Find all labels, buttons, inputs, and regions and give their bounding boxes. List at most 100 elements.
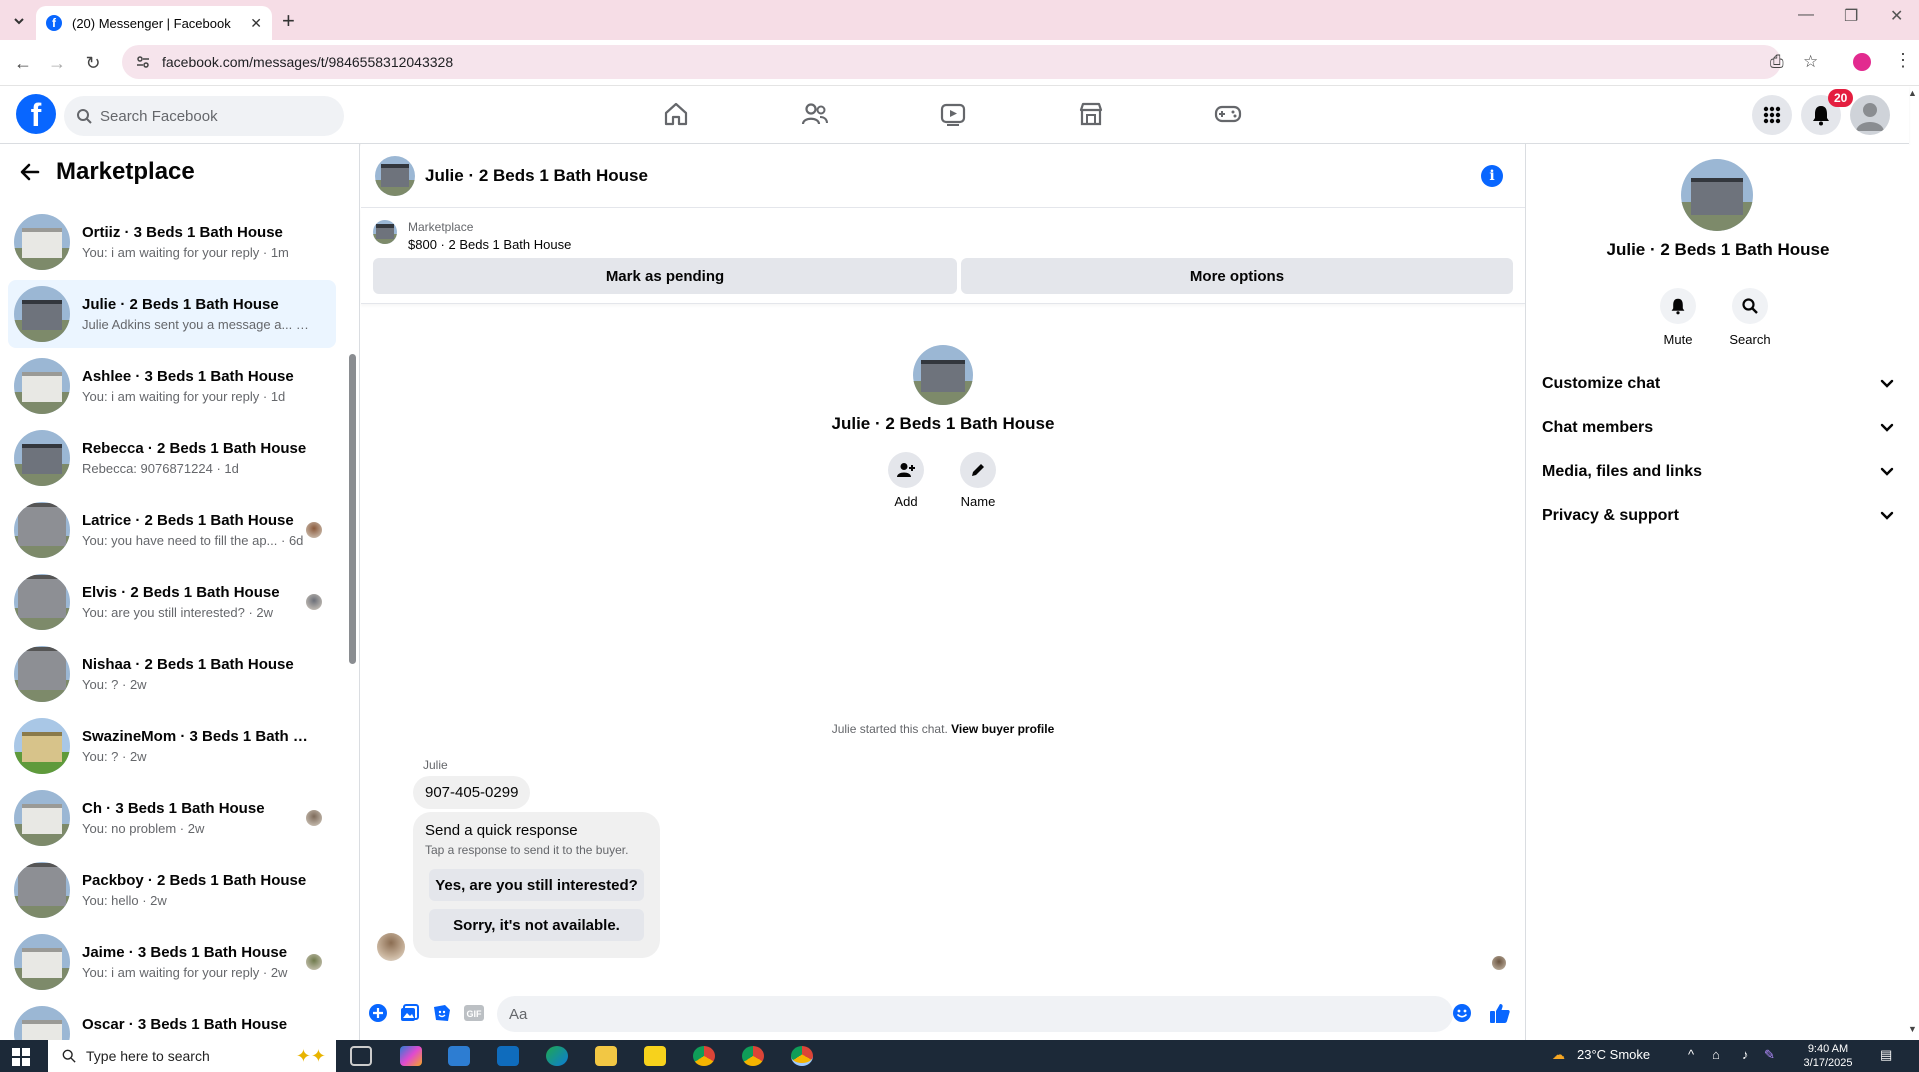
conversation-thumbnail [14, 934, 70, 990]
conversation-row[interactable]: Ortiiz · 3 Beds 1 Bath House You: i am wa… [8, 208, 336, 276]
quick-response-still-interested[interactable]: Yes, are you still interested? [429, 869, 644, 901]
install-app-icon[interactable]: ⎙ [1770, 52, 1784, 72]
name-chat-button[interactable]: Name [948, 452, 1008, 509]
chat-title[interactable]: Julie · 2 Beds 1 Bath House [425, 166, 648, 186]
volume-icon[interactable]: ♪ [1742, 1047, 1749, 1062]
chrome-active-icon[interactable] [791, 1046, 813, 1066]
friends-nav-icon[interactable] [795, 96, 835, 132]
account-avatar[interactable] [1850, 95, 1890, 135]
back-arrow-icon[interactable] [20, 162, 40, 182]
browser-menu-icon[interactable]: ⋮ [1894, 50, 1912, 71]
address-bar[interactable]: facebook.com/messages/t/9846558312043328 [122, 45, 1781, 79]
site-info-icon[interactable] [136, 55, 150, 69]
search-icon [62, 1049, 76, 1063]
conversation-row[interactable]: Ch · 3 Beds 1 Bath House You: no problem … [8, 784, 336, 852]
system-clock[interactable]: 9:40 AM 3/17/2025 [1788, 1042, 1868, 1070]
details-section-row[interactable]: Privacy & support [1542, 498, 1894, 534]
incoming-message[interactable]: 907-405-0299 [413, 776, 531, 809]
new-tab-button[interactable]: + [282, 8, 295, 34]
conversation-row[interactable]: SwazineMom · 3 Beds 1 Bath Ho... You: ? ·… [8, 712, 336, 780]
details-section-row[interactable]: Customize chat [1542, 366, 1894, 402]
video-nav-icon[interactable] [933, 96, 973, 132]
copilot-icon[interactable] [400, 1046, 422, 1066]
pen-icon[interactable]: ✎ [1764, 1047, 1775, 1063]
bookmark-star-icon[interactable]: ☆ [1803, 52, 1818, 72]
conversation-preview: You: you have need to fill the ap... · 6… [82, 533, 304, 548]
search-in-chat-button[interactable]: Search [1720, 288, 1780, 347]
conversation-row[interactable]: Oscar · 3 Beds 1 Bath HouseOscar: 559-36… [8, 1000, 336, 1040]
view-buyer-profile-link[interactable]: View buyer profile [951, 722, 1054, 736]
conversation-row[interactable]: Julie · 2 Beds 1 Bath House Julie Adkins … [8, 280, 336, 348]
grid-icon [1763, 106, 1781, 124]
listing-thumbnail[interactable] [373, 220, 397, 244]
more-options-button[interactable]: More options [961, 258, 1513, 294]
conversation-row[interactable]: Rebecca · 2 Beds 1 Bath House Rebecca: 90… [8, 424, 336, 492]
details-section-row[interactable]: Chat members [1542, 410, 1894, 446]
chrome-icon[interactable] [693, 1046, 715, 1066]
quick-response-not-available[interactable]: Sorry, it's not available. [429, 909, 644, 941]
minimize-icon[interactable]: — [1798, 6, 1814, 24]
message-input[interactable] [509, 1005, 1409, 1023]
listing-price-title[interactable]: $800 · 2 Beds 1 Bath House [408, 237, 571, 252]
tab-search-button[interactable] [8, 10, 30, 32]
page-scroll-down-arrow[interactable]: ▼ [1908, 1024, 1917, 1034]
network-icon[interactable]: ⌂ [1712, 1047, 1720, 1062]
store-icon[interactable] [448, 1046, 470, 1066]
edge-icon[interactable] [546, 1046, 568, 1066]
browser-tab-messenger[interactable]: f (20) Messenger | Facebook ✕ [36, 6, 272, 40]
chrome-profile-icon[interactable] [742, 1046, 764, 1066]
conversation-row[interactable]: Ashlee · 3 Beds 1 Bath House You: i am wa… [8, 352, 336, 420]
taskbar-search[interactable]: Type here to search ✦✦ [48, 1040, 336, 1072]
photo-icon[interactable] [399, 1002, 421, 1024]
conversation-row[interactable]: Latrice · 2 Beds 1 Bath House You: you ha… [8, 496, 336, 564]
outlook-icon[interactable] [497, 1046, 519, 1066]
default-user-icon [1856, 103, 1884, 131]
restore-icon[interactable]: ❐ [1844, 6, 1858, 26]
forward-arrow-icon[interactable]: → [44, 50, 70, 76]
notification-center-icon[interactable]: ▤ [1880, 1047, 1892, 1063]
marketplace-nav-icon[interactable] [1071, 96, 1111, 132]
quick-response-subtitle: Tap a response to send it to the buyer. [425, 843, 629, 857]
facebook-search-input[interactable] [100, 107, 320, 125]
conversation-thumbnail [14, 574, 70, 630]
plus-circle-icon[interactable] [367, 1002, 389, 1024]
sidebar-scrollbar[interactable] [349, 354, 356, 664]
task-view-icon[interactable] [350, 1046, 372, 1066]
mark-as-pending-button[interactable]: Mark as pending [373, 258, 957, 294]
message-input-box[interactable] [497, 996, 1453, 1032]
emoji-icon[interactable] [1451, 1002, 1473, 1024]
conversation-row[interactable]: Jaime · 3 Beds 1 Bath House You: i am wai… [8, 928, 336, 996]
add-people-button[interactable]: Add [876, 452, 936, 509]
chevron-down-icon [1880, 423, 1894, 432]
details-avatar[interactable] [1681, 159, 1753, 231]
tray-chevron-up-icon[interactable]: ^ [1688, 1047, 1694, 1062]
file-explorer-icon[interactable] [595, 1046, 617, 1066]
close-window-icon[interactable]: ✕ [1890, 6, 1903, 26]
details-section-label: Media, files and links [1542, 463, 1703, 480]
sender-avatar[interactable] [377, 933, 405, 961]
windows-start-icon[interactable] [12, 1048, 30, 1066]
gif-icon[interactable]: GIF [463, 1002, 485, 1024]
weather-icon[interactable]: ☁ [1552, 1047, 1565, 1063]
mute-button[interactable]: Mute [1648, 288, 1708, 347]
conversation-row[interactable]: Nishaa · 2 Beds 1 Bath House You: ? · 2w [8, 640, 336, 708]
sticky-notes-icon[interactable] [644, 1046, 666, 1066]
page-scroll-up-arrow[interactable]: ▲ [1908, 88, 1917, 98]
tab-close-icon[interactable]: ✕ [250, 15, 262, 32]
conversation-row[interactable]: Elvis · 2 Beds 1 Bath House You: are you … [8, 568, 336, 636]
browser-profile-avatar[interactable] [1853, 53, 1871, 71]
back-arrow-icon[interactable]: ← [10, 50, 36, 76]
menu-grid-button[interactable] [1752, 95, 1792, 135]
facebook-search-box[interactable] [64, 96, 344, 136]
home-nav-icon[interactable] [656, 96, 696, 132]
chat-avatar[interactable] [375, 155, 415, 196]
facebook-logo-icon[interactable]: f [16, 94, 56, 134]
thumbs-up-icon[interactable] [1489, 1002, 1511, 1024]
sticker-icon[interactable] [431, 1002, 453, 1024]
gaming-nav-icon[interactable] [1208, 96, 1248, 132]
weather-text[interactable]: 23°C Smoke [1577, 1047, 1650, 1062]
details-section-row[interactable]: Media, files and links [1542, 454, 1894, 490]
info-icon[interactable]: i [1481, 165, 1503, 187]
conversation-row[interactable]: Packboy · 2 Beds 1 Bath House You: hello … [8, 856, 336, 924]
reload-icon[interactable]: ↻ [80, 50, 106, 76]
